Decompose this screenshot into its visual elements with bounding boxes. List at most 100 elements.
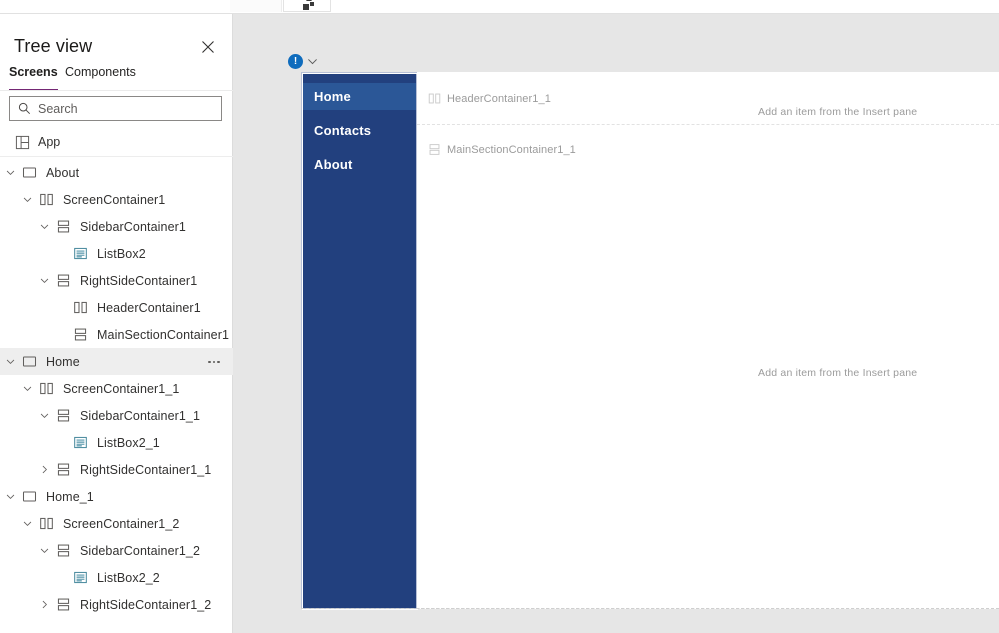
tree-item-label: ListBox2_2: [97, 570, 160, 585]
expand-toggle[interactable]: [2, 489, 18, 505]
tree-item-screencontainer1[interactable]: ScreenContainer1: [0, 186, 233, 213]
columns-icon-wrap: [71, 299, 89, 317]
tree-item-app[interactable]: App: [0, 130, 233, 154]
tree-item-label: RightSideContainer1: [80, 273, 198, 288]
chevron-down-icon[interactable]: [22, 518, 33, 529]
tree-item-app-label: App: [38, 135, 61, 149]
canvas-area: ! Home Contacts About HeaderContainer1_1…: [233, 14, 999, 633]
app-nav-label: About: [314, 157, 353, 172]
tree-item-screencontainer1-2[interactable]: ScreenContainer1_2: [0, 510, 233, 537]
chevron-placeholder: [53, 300, 69, 316]
tab-screens[interactable]: Screens: [9, 65, 58, 91]
chevron-right-icon[interactable]: [39, 464, 50, 475]
tree-item-label: ScreenContainer1_1: [63, 381, 180, 396]
chevron-down-icon[interactable]: [39, 410, 50, 421]
app-grid-icon: [15, 135, 30, 150]
rows-icon-wrap: [54, 218, 72, 236]
tree-item-label: RightSideContainer1_2: [80, 597, 212, 612]
chevron-down-icon[interactable]: [22, 383, 33, 394]
tree-item-label: SidebarContainer1: [80, 219, 186, 234]
rows-icon: [57, 544, 69, 557]
tree-item-label: About: [46, 165, 80, 180]
expand-toggle[interactable]: [36, 219, 52, 235]
rows-icon-wrap: [54, 407, 72, 425]
app-nav-item-contacts[interactable]: Contacts: [302, 117, 416, 144]
app-nav-label: Contacts: [314, 123, 372, 138]
more-options-icon[interactable]: [205, 353, 223, 371]
screen-icon: [22, 167, 36, 178]
header-placeholder-text: Add an item from the Insert pane: [758, 106, 918, 118]
tab-components[interactable]: Components: [65, 65, 136, 89]
tree-item-sidebarcontainer1[interactable]: SidebarContainer1: [0, 213, 233, 240]
tree-item-listbox2[interactable]: ListBox2: [0, 240, 233, 267]
expand-toggle[interactable]: [36, 543, 52, 559]
chevron-down-icon[interactable]: [39, 275, 50, 286]
app-nav-item-home[interactable]: Home: [302, 83, 416, 110]
tree-item-listbox2-2[interactable]: ListBox2_2: [0, 564, 233, 591]
tree-item-sidebarcontainer1-1[interactable]: SidebarContainer1_1: [0, 402, 233, 429]
screen-tree[interactable]: About ScreenContainer1 SidebarContainer1 Li…: [0, 159, 233, 633]
rows-icon-wrap: [54, 461, 72, 479]
tree-item-mainsectioncontainer1[interactable]: MainSectionContainer1: [0, 321, 233, 348]
chevron-down-icon[interactable]: [22, 194, 33, 205]
listbox-icon-wrap: [71, 245, 89, 263]
close-button[interactable]: [197, 36, 219, 58]
chevron-down-icon[interactable]: [5, 167, 16, 178]
expand-toggle[interactable]: [19, 381, 35, 397]
expand-toggle[interactable]: [36, 597, 52, 613]
expand-toggle[interactable]: [2, 165, 18, 181]
chevron-placeholder: [53, 246, 69, 262]
rows-icon-wrap: [71, 326, 89, 344]
header-container-label: HeaderContainer1_1: [428, 92, 551, 105]
tree-item-listbox2-1[interactable]: ListBox2_1: [0, 429, 233, 456]
tree-item-home-1[interactable]: Home_1: [0, 483, 233, 510]
tree-item-screencontainer1-1[interactable]: ScreenContainer1_1: [0, 375, 233, 402]
info-badge-icon[interactable]: !: [288, 54, 303, 69]
chevron-right-icon[interactable]: [39, 599, 50, 610]
search-input[interactable]: [38, 98, 203, 119]
rows-icon: [57, 220, 69, 233]
chevron-down-icon[interactable]: [39, 221, 50, 232]
zone-label-text: HeaderContainer1_1: [447, 92, 551, 105]
zone-label-text: MainSectionContainer1_1: [447, 143, 576, 156]
expand-toggle[interactable]: [36, 408, 52, 424]
tree-view-pane: Tree view Screens Components Search App …: [0, 14, 233, 633]
listbox-icon-wrap: [71, 434, 89, 452]
tree-item-about[interactable]: About: [0, 159, 233, 186]
tree-item-label: MainSectionContainer1: [97, 327, 230, 342]
chevron-placeholder: [53, 435, 69, 451]
app-right-side-container[interactable]: HeaderContainer1_1 Add an item from the …: [417, 72, 999, 609]
search-icon: [18, 102, 31, 115]
toolbar-shapes-button[interactable]: [283, 0, 331, 12]
chevron-down-icon[interactable]: [5, 491, 16, 502]
chevron-down-icon[interactable]: [5, 356, 16, 367]
app-nav-item-about[interactable]: About: [302, 151, 416, 178]
columns-icon: [39, 517, 53, 530]
tree-item-rightsidecontainer1[interactable]: RightSideContainer1: [0, 267, 233, 294]
expand-toggle[interactable]: [36, 273, 52, 289]
expand-toggle[interactable]: [19, 192, 35, 208]
chevron-placeholder: [53, 327, 69, 343]
expand-toggle[interactable]: [19, 516, 35, 532]
app-preview-canvas[interactable]: Home Contacts About HeaderContainer1_1 A…: [301, 72, 999, 610]
search-box[interactable]: [9, 96, 222, 121]
app-row-divider: [0, 156, 233, 157]
app-sidebar-container[interactable]: Home Contacts About: [301, 72, 418, 610]
page-title: Tree view: [14, 36, 93, 56]
expand-toggle[interactable]: [2, 354, 18, 370]
chevron-down-icon[interactable]: [39, 545, 50, 556]
screen-icon: [22, 491, 36, 502]
expand-toggle[interactable]: [36, 462, 52, 478]
screen-icon-wrap: [20, 164, 38, 182]
close-icon: [202, 41, 214, 53]
tree-item-rightsidecontainer1-1[interactable]: RightSideContainer1_1: [0, 456, 233, 483]
tree-view-tabs: Screens Components: [0, 65, 233, 91]
tree-item-sidebarcontainer1-2[interactable]: SidebarContainer1_2: [0, 537, 233, 564]
rows-icon: [74, 328, 86, 341]
app-root: Tree view Screens Components Search App …: [0, 0, 999, 633]
tree-item-home[interactable]: Home: [0, 348, 233, 375]
tree-item-headercontainer1[interactable]: HeaderContainer1: [0, 294, 233, 321]
columns-icon-wrap: [37, 380, 55, 398]
chevron-down-icon[interactable]: [306, 55, 319, 68]
tree-item-rightsidecontainer1-2[interactable]: RightSideContainer1_2: [0, 591, 233, 618]
